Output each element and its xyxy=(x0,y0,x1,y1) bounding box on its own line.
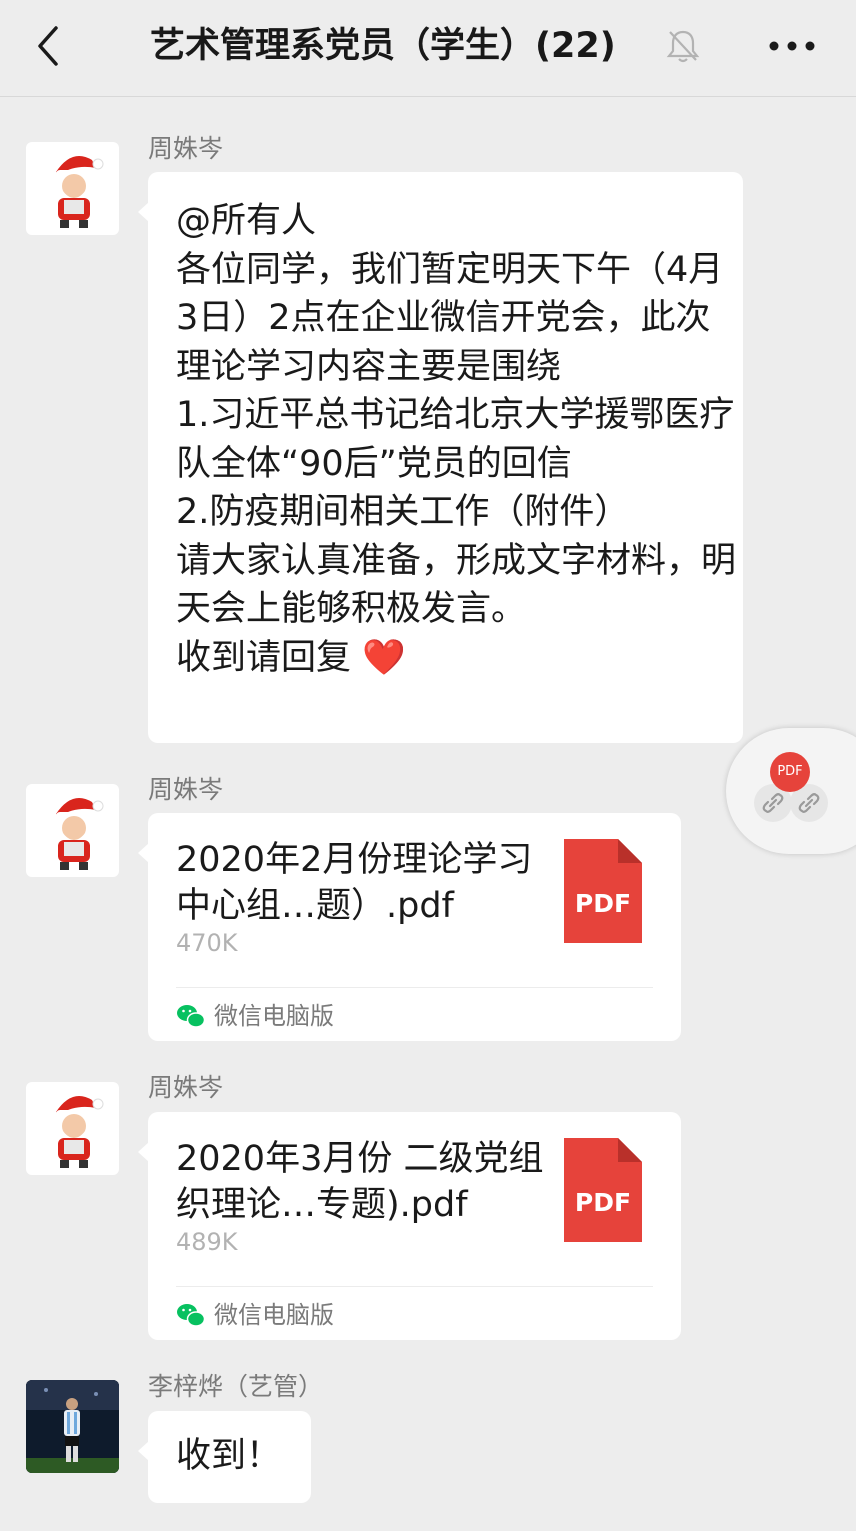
message-text: 收到！ xyxy=(176,1436,282,1476)
pdf-file-icon: PDF xyxy=(564,1138,642,1242)
pdf-label: PDF xyxy=(574,1188,632,1217)
text-message-bubble[interactable]: @所有人 各位同学，我们暂定明天下午（4月3日）2点在企业微信开党会，此次理论学… xyxy=(138,172,743,743)
message-body: @所有人 各位同学，我们暂定明天下午（4月3日）2点在企业微信开党会，此次理论学… xyxy=(176,201,737,678)
file-message-bubble[interactable]: 2020年3月份 二级党组织理论…专题).pdf 489K PDF 微信电脑版 xyxy=(138,1112,681,1340)
wechat-icon xyxy=(177,1304,206,1327)
sender-name: 周姝岑 xyxy=(148,134,224,163)
pdf-label: PDF xyxy=(574,889,632,918)
file-size: 470K xyxy=(176,929,238,957)
divider xyxy=(176,1286,653,1287)
red-heart-icon: ❤️ xyxy=(362,637,406,678)
pdf-file-icon: PDF xyxy=(564,839,642,943)
pdf-badge: PDF xyxy=(770,752,810,792)
bell-muted-icon xyxy=(666,28,700,64)
source-label: 微信电脑版 xyxy=(214,1002,334,1030)
message-text: @所有人 各位同学，我们暂定明天下午（4月3日）2点在企业微信开党会，此次理论学… xyxy=(176,197,736,682)
photo-avatar[interactable] xyxy=(26,1380,119,1473)
santa-avatar[interactable] xyxy=(26,784,119,877)
floating-file-widget[interactable]: PDF xyxy=(726,728,856,854)
file-size: 489K xyxy=(176,1228,238,1256)
sender-name: 周姝岑 xyxy=(148,1073,224,1102)
back-button[interactable] xyxy=(30,22,70,70)
file-name: 2020年3月份 二级党组织理论…专题).pdf xyxy=(176,1139,544,1225)
text-message-bubble[interactable]: 收到！ xyxy=(138,1411,311,1503)
wechat-icon xyxy=(177,1005,206,1028)
file-name: 2020年2月份理论学习中心组…题）.pdf xyxy=(176,840,533,926)
source-label: 微信电脑版 xyxy=(214,1301,334,1329)
file-message-bubble[interactable]: 2020年2月份理论学习中心组…题）.pdf 470K PDF 微信电脑版 xyxy=(138,813,681,1041)
more-icon xyxy=(769,41,815,51)
chevron-left-icon xyxy=(38,26,58,66)
santa-avatar[interactable] xyxy=(26,1082,119,1175)
sender-name: 周姝岑 xyxy=(148,775,224,804)
santa-avatar[interactable] xyxy=(26,142,119,235)
chat-header: 艺术管理系党员（学生）(22) xyxy=(0,0,856,97)
chat-title: 艺术管理系党员（学生）(22) xyxy=(150,26,616,66)
divider xyxy=(176,987,653,988)
sender-name: 李梓烨（艺管） xyxy=(148,1372,324,1401)
more-button[interactable] xyxy=(764,26,820,66)
